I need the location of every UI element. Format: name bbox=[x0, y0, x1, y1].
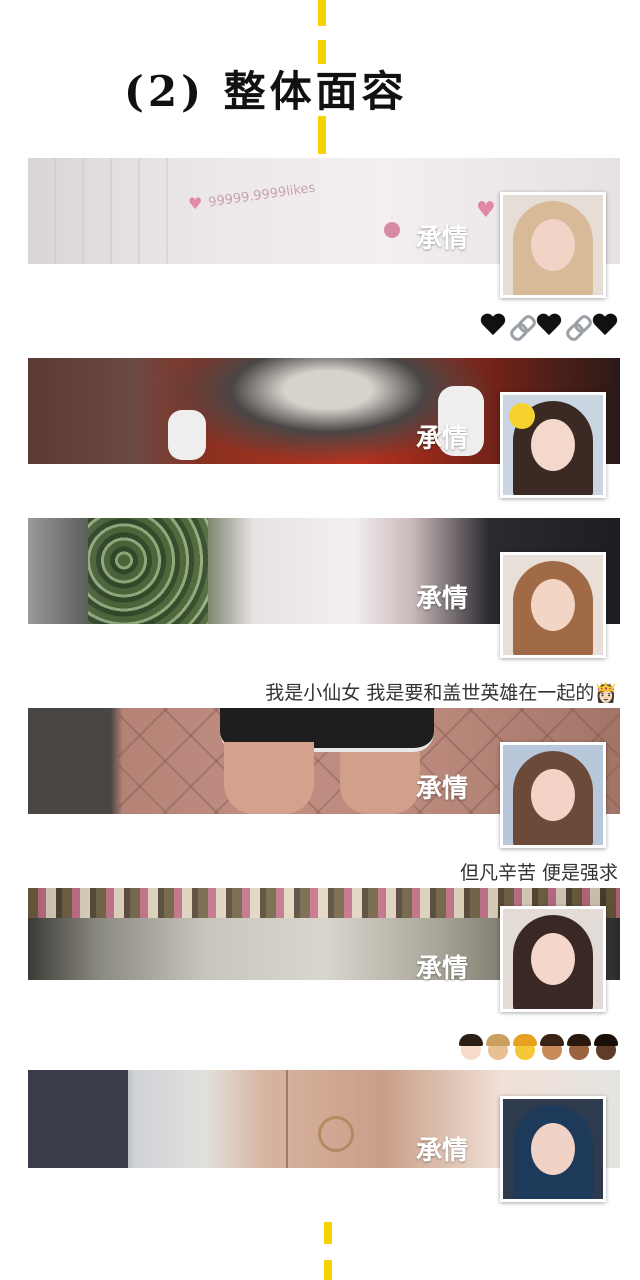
yellow-dash bbox=[318, 0, 326, 26]
profile-name: 承情 bbox=[415, 424, 468, 454]
princess-medium-light-icon bbox=[486, 1034, 510, 1060]
page-title: (2) 整体面容 bbox=[124, 67, 408, 116]
avatar[interactable] bbox=[500, 742, 606, 848]
profile-name: 承情 bbox=[415, 774, 468, 804]
profile-name: 承情 bbox=[415, 954, 468, 984]
pink-heart-icon: ♥ bbox=[188, 194, 203, 213]
emoji-bio bbox=[459, 1034, 618, 1060]
black-heart-icon bbox=[592, 314, 618, 338]
yellow-dash bbox=[318, 116, 326, 154]
avatar[interactable] bbox=[500, 906, 606, 1012]
princess-dark-icon bbox=[594, 1034, 618, 1060]
avatar[interactable] bbox=[500, 392, 606, 498]
princess-medium-dark-icon bbox=[567, 1034, 591, 1060]
smiley-icon bbox=[509, 403, 535, 429]
princess-icon bbox=[513, 1034, 537, 1060]
profile-name: 承情 bbox=[415, 224, 468, 254]
profile-name: 承情 bbox=[415, 584, 468, 614]
yellow-dash bbox=[324, 1222, 332, 1244]
avatar[interactable] bbox=[500, 1096, 606, 1202]
link-icon bbox=[509, 314, 533, 338]
avatar[interactable] bbox=[500, 192, 606, 298]
black-heart-icon bbox=[536, 314, 562, 338]
avatar[interactable] bbox=[500, 552, 606, 658]
princess-light-icon bbox=[459, 1034, 483, 1060]
bio-text: 我是小仙女 我是要和盖世英雄在一起的👸🏻 bbox=[265, 682, 618, 704]
pink-dot-icon bbox=[384, 222, 400, 238]
likes-text: 99999.9999likes bbox=[207, 180, 317, 211]
black-heart-icon bbox=[480, 314, 506, 338]
emoji-bio bbox=[480, 314, 618, 338]
pink-heart-icon: ♥ bbox=[476, 198, 496, 223]
profile-name: 承情 bbox=[415, 1136, 468, 1166]
bio-text: 但凡辛苦 便是强求 bbox=[459, 862, 618, 884]
yellow-dash bbox=[324, 1260, 332, 1280]
princess-medium-icon bbox=[540, 1034, 564, 1060]
link-icon bbox=[565, 314, 589, 338]
